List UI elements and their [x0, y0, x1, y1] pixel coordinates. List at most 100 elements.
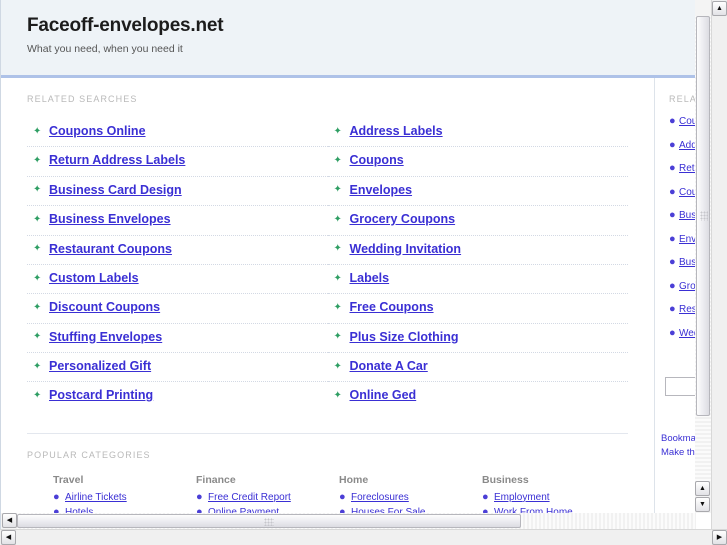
related-link[interactable]: Wedding Invitation	[350, 240, 462, 259]
list-item[interactable]: ✦ Postcard Printing	[27, 382, 328, 410]
scroll-down-button[interactable]: ▼	[695, 497, 710, 512]
scroll-left-button[interactable]: ◀	[2, 513, 17, 528]
related-searches-column-right: ✦ Address Labels ✦ Coupons ✦ Envelopes ✦ Gro…	[327, 118, 629, 411]
related-link[interactable]: Donate A Car	[350, 357, 428, 376]
sidebar-link[interactable]: Return Address Labels	[679, 163, 696, 174]
arrow-bullet-icon: ✦	[333, 125, 342, 137]
site-tagline: What you need, when you need it	[27, 42, 183, 55]
related-link[interactable]: Online Ged	[350, 386, 417, 405]
related-link[interactable]: Discount Coupons	[49, 298, 160, 317]
related-link[interactable]: Restaurant Coupons	[49, 240, 172, 259]
browser-viewport: Faceoff-envelopes.net What you need, whe…	[0, 0, 727, 545]
list-item[interactable]: ● Employment	[482, 491, 625, 503]
category-link[interactable]: Foreclosures	[351, 492, 409, 503]
scroll-up-button[interactable]: ▲	[695, 481, 710, 496]
list-item[interactable]: ●Address Labels	[669, 139, 696, 151]
dot-bullet-icon: ●	[669, 115, 676, 127]
window-scroll-right-button[interactable]: ▶	[712, 530, 727, 545]
arrow-bullet-icon: ✦	[333, 243, 342, 255]
page-vertical-scrollbar[interactable]: ▲ ▼	[695, 0, 711, 513]
list-item[interactable]: ●Coupons	[669, 186, 696, 198]
list-item[interactable]: ✦ Business Card Design	[27, 177, 328, 207]
page-body: RELATED SEARCHES ✦ Coupons Online ✦ Return…	[1, 78, 696, 513]
sidebar-footer: Bookmark Make this	[655, 432, 696, 461]
category-title: Home	[339, 473, 369, 486]
list-item[interactable]: ✦ Business Envelopes	[27, 206, 328, 236]
category-link[interactable]: Employment	[494, 492, 550, 503]
related-link[interactable]: Business Card Design	[49, 181, 182, 200]
sidebar-link[interactable]: Grocery Coupons	[679, 281, 696, 292]
dot-bullet-icon: ●	[669, 162, 676, 174]
list-item[interactable]: ✦ Wedding Invitation	[327, 236, 628, 265]
list-item[interactable]: ✦ Grocery Coupons	[327, 206, 628, 236]
sidebar-link[interactable]: Business Card Design	[679, 210, 696, 221]
list-item[interactable]: ●Business Envelopes	[669, 257, 696, 269]
sidebar-link[interactable]: Wedding Invitation	[679, 328, 696, 339]
list-item[interactable]: ✦ Restaurant Coupons	[27, 236, 328, 265]
make-homepage-link[interactable]: Make this	[661, 446, 696, 460]
list-item[interactable]: ✦ Coupons	[327, 147, 628, 177]
sidebar-link[interactable]: Coupons	[679, 187, 696, 198]
list-item[interactable]: ✦ Donate A Car	[327, 353, 628, 383]
related-link[interactable]: Coupons	[350, 151, 404, 170]
list-item[interactable]: ✦ Online Ged	[328, 382, 629, 410]
sidebar-link[interactable]: Restaurant Coupons	[679, 304, 696, 315]
list-item[interactable]: ✦ Labels	[327, 265, 628, 295]
list-item[interactable]: ●Envelopes	[669, 232, 696, 245]
vertical-scroll-thumb[interactable]	[696, 16, 710, 416]
list-item[interactable]: ✦ Stuffing Envelopes	[27, 324, 328, 353]
list-item[interactable]: ✦ Coupons Online	[27, 118, 328, 148]
related-searches-grid: ✦ Coupons Online ✦ Return Address Labels ✦…	[1, 104, 654, 411]
related-link[interactable]: Envelopes	[350, 181, 413, 200]
list-item[interactable]: ●Wedding Invitation	[669, 327, 696, 339]
list-item[interactable]: ● Foreclosures	[339, 490, 482, 503]
dot-bullet-icon: ●	[339, 490, 346, 503]
related-link[interactable]: Free Coupons	[350, 298, 434, 317]
arrow-bullet-icon: ✦	[33, 243, 42, 255]
related-link[interactable]: Postcard Printing	[49, 386, 153, 405]
sidebar-link[interactable]: Coupons Online	[679, 116, 696, 127]
related-link[interactable]: Business Envelopes	[49, 210, 171, 229]
dot-bullet-icon: ●	[669, 232, 676, 245]
related-searches-heading: RELATED SEARCHES	[27, 94, 138, 104]
window-vertical-scrollbar[interactable]: ▲	[711, 0, 727, 529]
list-item[interactable]: ✦ Plus Size Clothing	[327, 324, 628, 353]
related-link[interactable]: Return Address Labels	[49, 151, 185, 170]
list-item[interactable]: ●Restaurant Coupons	[669, 304, 696, 316]
window-scroll-up-button[interactable]: ▲	[712, 1, 727, 16]
related-link[interactable]: Coupons Online	[49, 122, 146, 141]
search-input[interactable]	[665, 377, 696, 396]
list-item[interactable]: ✦ Free Coupons	[327, 294, 628, 324]
list-item[interactable]: ✦ Discount Coupons	[27, 294, 328, 324]
related-link[interactable]: Plus Size Clothing	[350, 328, 459, 347]
related-link[interactable]: Grocery Coupons	[350, 210, 456, 229]
window-scroll-left-button[interactable]: ◀	[1, 530, 16, 545]
list-item[interactable]: ✦ Custom Labels	[27, 265, 328, 295]
list-item[interactable]: ● Airline Tickets	[53, 491, 196, 503]
related-link[interactable]: Custom Labels	[49, 269, 139, 288]
list-item[interactable]: ● Free Credit Report	[196, 491, 339, 503]
related-link[interactable]: Personalized Gift	[49, 357, 151, 376]
window-horizontal-scrollbar[interactable]: ◀ ▶	[0, 529, 727, 545]
list-item[interactable]: ✦ Personalized Gift	[27, 353, 328, 383]
arrow-bullet-icon: ✦	[33, 272, 42, 284]
list-item[interactable]: ✦ Address Labels	[327, 118, 628, 148]
list-item[interactable]: ●Coupons Online	[669, 115, 696, 128]
sidebar-link[interactable]: Envelopes	[679, 234, 696, 245]
list-item[interactable]: ●Return Address Labels	[669, 162, 696, 175]
sidebar-link[interactable]: Business Envelopes	[679, 257, 696, 268]
related-link[interactable]: Stuffing Envelopes	[49, 328, 162, 347]
list-item[interactable]: ●Business Card Design	[669, 210, 696, 222]
list-item[interactable]: ✦ Return Address Labels	[27, 147, 328, 177]
category-link[interactable]: Free Credit Report	[208, 492, 291, 503]
related-link[interactable]: Address Labels	[350, 122, 443, 141]
category-title: Finance	[196, 473, 236, 486]
horizontal-scroll-thumb[interactable]	[17, 514, 521, 528]
bookmark-link[interactable]: Bookmark	[661, 432, 696, 446]
sidebar-link[interactable]: Address Labels	[679, 140, 696, 151]
category-link[interactable]: Airline Tickets	[65, 492, 127, 503]
list-item[interactable]: ✦ Envelopes	[327, 177, 628, 207]
list-item[interactable]: ●Grocery Coupons	[669, 280, 696, 292]
page-horizontal-scrollbar[interactable]: ◀	[1, 513, 696, 529]
related-link[interactable]: Labels	[350, 269, 390, 288]
